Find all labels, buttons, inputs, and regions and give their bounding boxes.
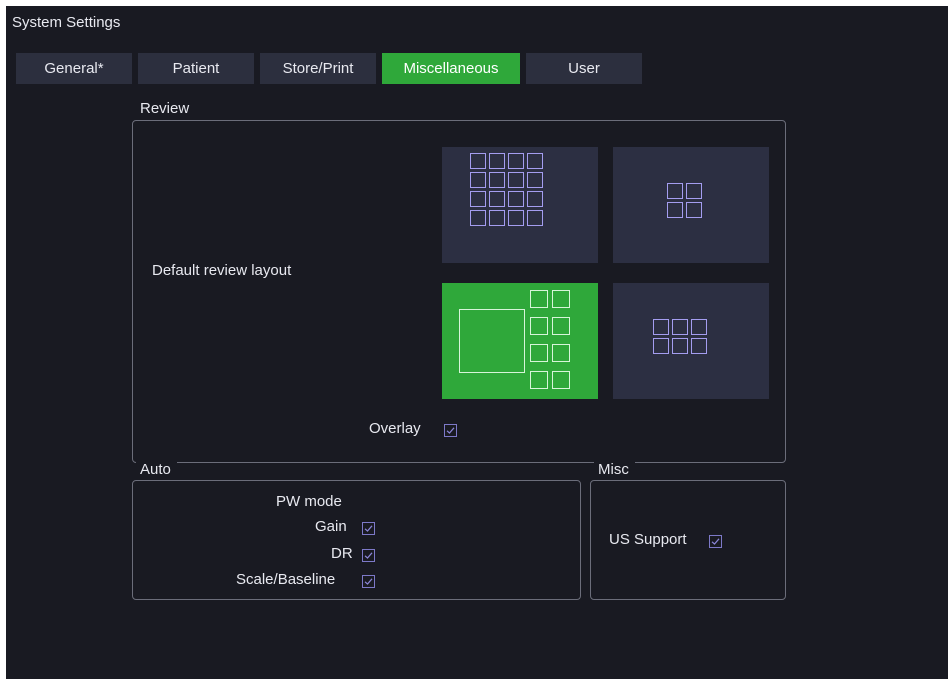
layout-option-1-large-8-small[interactable] (442, 283, 598, 399)
layout-cell (470, 191, 486, 207)
tab-store-print[interactable]: Store/Print (260, 53, 376, 84)
check-mark-icon (364, 525, 373, 532)
gain-label: Gain (315, 518, 347, 535)
layout-cell (508, 191, 524, 207)
scale-baseline-checkbox[interactable] (362, 575, 375, 588)
check-mark-icon (364, 552, 373, 559)
layout-cell (672, 319, 688, 335)
layout-cell (530, 317, 548, 335)
default-review-layout-label: Default review layout (152, 262, 292, 279)
layout-cell (527, 191, 543, 207)
layout-cell (508, 172, 524, 188)
auto-group-title: Auto (136, 461, 177, 478)
tab-user[interactable]: User (526, 53, 642, 84)
layout-cell (489, 153, 505, 169)
layout-cell (489, 191, 505, 207)
layout-cell (470, 210, 486, 226)
layout-cell (527, 153, 543, 169)
review-group-title: Review (136, 100, 196, 117)
us-support-label: US Support (609, 531, 687, 548)
misc-group-title: Misc (594, 461, 635, 478)
layout-cell (508, 210, 524, 226)
auto-group (132, 480, 581, 600)
layout-cell (530, 344, 548, 362)
layout-cell (552, 344, 570, 362)
overlay-checkbox[interactable] (444, 424, 457, 437)
layout-cell (489, 210, 505, 226)
layout-cell (470, 172, 486, 188)
layout-cell (459, 309, 525, 373)
layout-option-4x4[interactable] (442, 147, 598, 263)
pw-mode-label: PW mode (276, 493, 342, 510)
layout-cell (691, 338, 707, 354)
layout-cell (530, 371, 548, 389)
layout-cell (691, 319, 707, 335)
tab-general[interactable]: General* (16, 53, 132, 84)
layout-cell (530, 290, 548, 308)
layout-cell (653, 319, 669, 335)
layout-cell (552, 317, 570, 335)
layout-cell (686, 202, 702, 218)
us-support-checkbox[interactable] (709, 535, 722, 548)
scale-baseline-label: Scale/Baseline (236, 571, 336, 588)
layout-cell (527, 172, 543, 188)
layout-cell (527, 210, 543, 226)
layout-cell (552, 290, 570, 308)
layout-cell (667, 183, 683, 199)
check-mark-icon (711, 538, 720, 545)
check-mark-icon (364, 578, 373, 585)
layout-cell (470, 153, 486, 169)
layout-cell (667, 202, 683, 218)
layout-option-3x2[interactable] (613, 283, 769, 399)
window-title: System Settings (12, 14, 121, 31)
layout-option-2x2[interactable] (613, 147, 769, 263)
dr-checkbox[interactable] (362, 549, 375, 562)
tab-miscellaneous[interactable]: Miscellaneous (382, 53, 520, 84)
layout-cell (489, 172, 505, 188)
system-settings-window: System Settings General* Patient Store/P… (6, 6, 948, 679)
gain-checkbox[interactable] (362, 522, 375, 535)
dr-label: DR (331, 545, 353, 562)
overlay-label: Overlay (369, 420, 421, 437)
layout-cell (508, 153, 524, 169)
layout-cell (653, 338, 669, 354)
layout-cell (686, 183, 702, 199)
check-mark-icon (446, 427, 455, 434)
layout-cell (552, 371, 570, 389)
layout-cell (672, 338, 688, 354)
tab-patient[interactable]: Patient (138, 53, 254, 84)
